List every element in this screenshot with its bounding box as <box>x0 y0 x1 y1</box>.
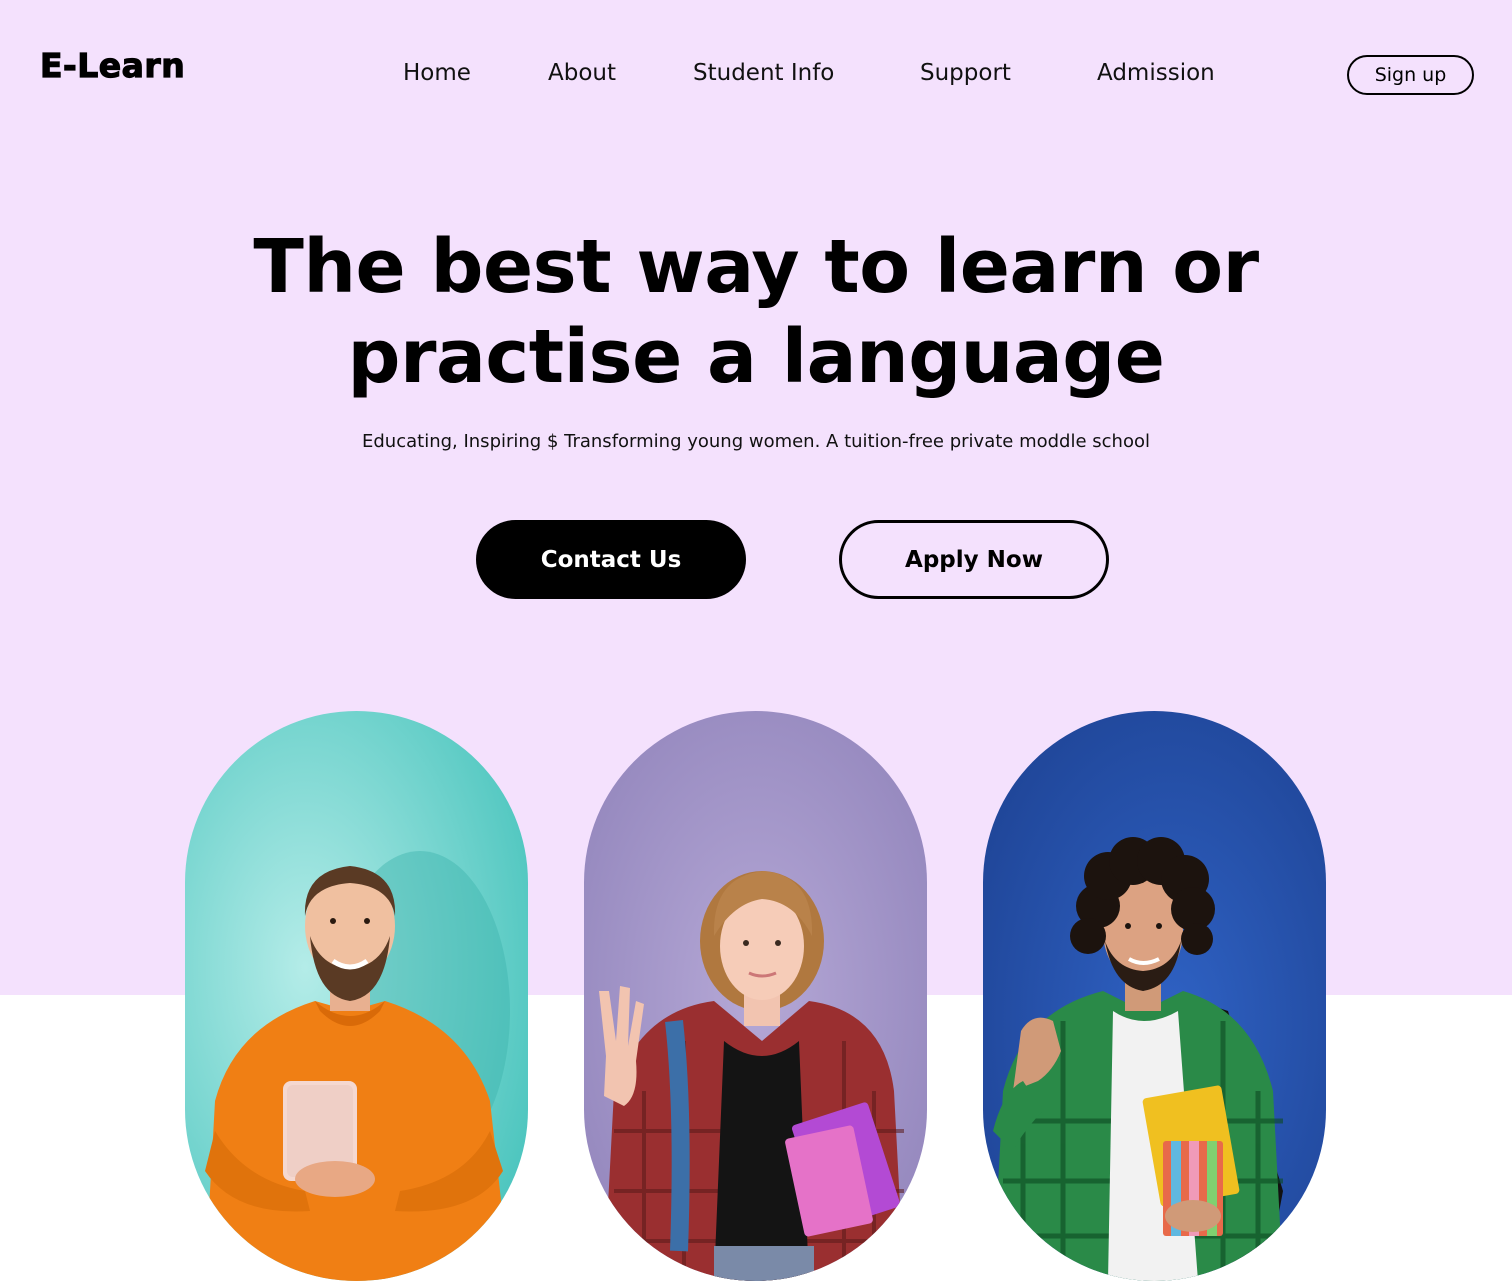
student-photo-card-2 <box>584 711 927 1281</box>
apply-now-button[interactable]: Apply Now <box>839 520 1109 599</box>
student-photo-man-green-shirt <box>983 711 1326 1281</box>
hero-subline: Educating, Inspiring $ Transforming youn… <box>362 431 1150 452</box>
hero-headline: The best way to learn or practise a lang… <box>206 222 1306 402</box>
logo[interactable]: E-Learn <box>39 45 185 85</box>
hero-headline-line1: The best way to learn or <box>253 224 1259 310</box>
contact-us-button[interactable]: Contact Us <box>476 520 746 599</box>
signup-button[interactable]: Sign up <box>1347 55 1474 95</box>
student-photo-card-1 <box>185 711 528 1281</box>
nav-student-info[interactable]: Student Info <box>693 60 834 86</box>
student-photo-card-3 <box>983 711 1326 1281</box>
nav-home[interactable]: Home <box>403 60 471 86</box>
student-photo-man-orange-sweater <box>185 711 528 1281</box>
nav-about[interactable]: About <box>548 60 616 86</box>
nav-admission[interactable]: Admission <box>1097 60 1215 86</box>
hero-headline-line2: practise a language <box>347 314 1165 400</box>
student-photo-woman-plaid-shirt <box>584 711 927 1281</box>
nav-support[interactable]: Support <box>920 60 1011 86</box>
